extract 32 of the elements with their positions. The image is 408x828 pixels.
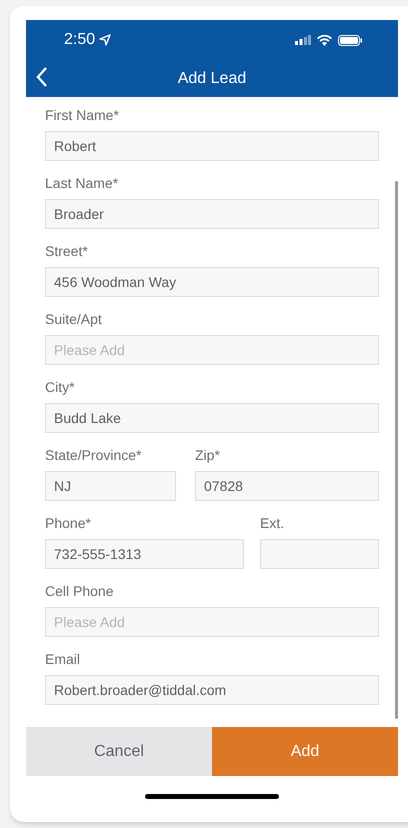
field-label: Suite/Apt <box>45 310 102 328</box>
field-label: First Name* <box>45 106 119 124</box>
back-button[interactable] <box>36 66 50 88</box>
wifi-icon <box>317 34 332 46</box>
field-label: Email <box>45 650 80 668</box>
field-label: State/Province* <box>45 446 142 464</box>
field-label: Cell Phone <box>45 582 114 600</box>
status-time: 2:50 <box>64 30 96 50</box>
back-chevron-icon <box>36 67 48 87</box>
input-field[interactable]: Broader <box>45 199 379 229</box>
cancel-button[interactable]: Cancel <box>26 727 212 776</box>
input-field[interactable]: Robert.broader@tiddal.com <box>45 675 379 705</box>
input-field[interactable]: Please Add <box>45 607 379 637</box>
battery-icon <box>338 34 362 46</box>
input-field[interactable]: Budd Lake <box>45 403 379 433</box>
input-field[interactable]: 732-555-1313 <box>45 539 244 569</box>
location-arrow-icon <box>99 34 112 46</box>
field-label: Ext. <box>260 514 284 532</box>
input-field[interactable]: 07828 <box>195 471 379 501</box>
field-label: Last Name* <box>45 174 118 192</box>
input-field[interactable]: 456 Woodman Way <box>45 267 379 297</box>
field-label: Phone* <box>45 514 91 532</box>
input-field[interactable]: Please Add <box>45 335 379 365</box>
input-field[interactable]: Robert <box>45 131 379 161</box>
input-field[interactable] <box>260 539 379 569</box>
screen-title: Add Lead <box>178 68 246 88</box>
field-label: Street* <box>45 242 88 260</box>
field-label: City* <box>45 378 75 396</box>
input-field[interactable]: NJ <box>45 471 176 501</box>
field-label: Zip* <box>195 446 220 464</box>
add-button[interactable]: Add <box>212 727 398 776</box>
signal-icon <box>295 35 311 45</box>
